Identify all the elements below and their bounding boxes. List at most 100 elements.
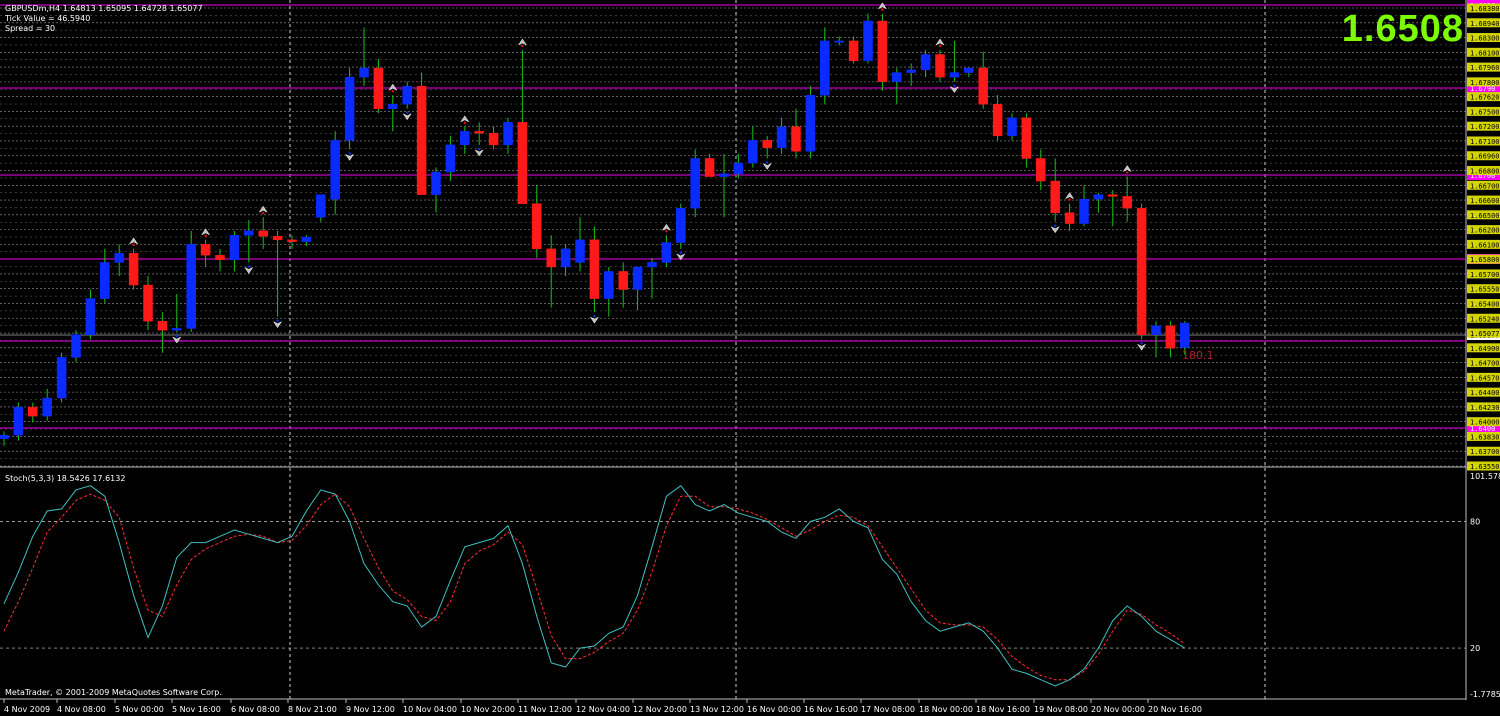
candle-body — [776, 126, 787, 148]
time-axis-label: 17 Nov 08:00 — [861, 705, 915, 714]
candle-body — [978, 67, 988, 105]
candles — [0, 13, 1190, 446]
time-axis-label: 20 Nov 00:00 — [1091, 705, 1145, 714]
candle-body — [877, 20, 888, 82]
fractal-up-arrow — [128, 237, 139, 245]
candle-body — [200, 244, 211, 256]
fractal-up-dot — [521, 44, 524, 48]
candle-body — [791, 126, 801, 152]
fractal-up-dot — [665, 230, 668, 233]
time-axis-label: 4 Nov 2009 — [4, 705, 50, 714]
fractal-down-dot — [953, 84, 956, 87]
candle-body — [762, 140, 772, 148]
stoch-axis-label: -1.7785 — [1470, 690, 1500, 699]
spread-line: Spread = 30 — [5, 24, 56, 33]
time-axis-label: 4 Nov 08:00 — [57, 705, 106, 714]
stochastic-title: Stoch(5,3,3) 18.5426 17.6132 — [5, 474, 126, 483]
candle-body — [589, 239, 600, 299]
candle-body — [992, 103, 1003, 137]
grid — [0, 0, 1467, 700]
fractal-down-dot — [348, 152, 351, 155]
candle-body — [344, 76, 355, 141]
price-axis-label: 1.64700 — [1470, 360, 1500, 368]
price-axis-label: 1.64400 — [1470, 389, 1500, 397]
time-axis-label: 10 Nov 20:00 — [461, 705, 515, 714]
candle-body — [560, 248, 571, 268]
candle-body — [287, 239, 297, 242]
fractal-up-dot — [262, 212, 265, 215]
time-axis-label: 11 Nov 12:00 — [518, 705, 572, 714]
candle-body — [748, 140, 758, 164]
mt4-chart-canvas[interactable]: 1.68381.67901.67001.66001.64001.65077 1.… — [0, 0, 1500, 716]
fractal-down-arrow — [1136, 343, 1147, 351]
fractal-down-arrow — [244, 266, 254, 274]
price-axis-label: 1.67100 — [1470, 138, 1500, 146]
candle-body — [56, 357, 67, 399]
candle-body — [906, 69, 916, 73]
fractal-up-arrow — [1122, 165, 1132, 173]
candle-body — [575, 239, 585, 263]
candle-body — [848, 40, 859, 62]
candle-body — [229, 235, 240, 260]
candle-body — [1136, 207, 1147, 336]
price-axis-label: 1.66960 — [1470, 153, 1500, 161]
candle-body — [863, 20, 873, 62]
fractal-down-dot — [175, 334, 178, 338]
stoch-axis-label: 101.5785 — [1470, 472, 1500, 481]
price-axis-label: 1.65077 — [1470, 330, 1500, 338]
candle-body — [114, 253, 124, 263]
fractal-down-dot — [247, 265, 250, 268]
price-axis-label: 1.67960 — [1470, 64, 1500, 72]
fractal-down-dot — [679, 251, 682, 255]
candle-body — [445, 144, 456, 173]
candle-body — [272, 235, 283, 241]
fractal-up-dot — [132, 243, 135, 247]
candle-body — [316, 194, 326, 218]
candle-body — [42, 397, 52, 417]
price-axis-label: 1.68100 — [1470, 49, 1500, 57]
candle-body — [820, 40, 830, 96]
candle-body — [1007, 117, 1017, 137]
price-axis-label: 1.67800 — [1470, 79, 1500, 87]
candle-body — [388, 103, 398, 109]
fractal-up-dot — [463, 121, 466, 125]
fractal-down-dot — [766, 161, 769, 164]
fractal-up-arrow — [258, 205, 268, 213]
candle-body — [805, 94, 816, 152]
candle-body — [733, 162, 744, 175]
fractal-down-dot — [406, 111, 409, 114]
candle-body — [1108, 194, 1118, 197]
fractal-up-dot — [391, 89, 394, 93]
symbol-info-line: GBPUSDm,H4 1.64813 1.65095 1.64728 1.650… — [5, 4, 203, 13]
time-axis-label: 19 Nov 08:00 — [1034, 705, 1088, 714]
fractal-down-arrow — [272, 321, 283, 329]
time-axis-label: 16 Nov 00:00 — [747, 705, 801, 714]
candle-body — [604, 271, 614, 299]
candle-body — [431, 171, 441, 195]
candle-body — [474, 131, 484, 134]
price-axis-label: 1.67200 — [1470, 123, 1500, 131]
price-axis-label: 1.63550 — [1470, 463, 1500, 471]
candle-body — [128, 253, 139, 286]
candle-body — [0, 434, 9, 439]
price-axis-label: 1.64900 — [1470, 345, 1500, 353]
stoch-axis-label: 80 — [1470, 518, 1480, 527]
time-axis-label: 12 Nov 04:00 — [576, 705, 630, 714]
fractal-up-dot — [881, 8, 884, 12]
price-axis-label: 1.66600 — [1470, 197, 1500, 205]
fractal-down-dot — [1140, 342, 1143, 345]
candle-body — [71, 334, 81, 358]
time-axis-label: 6 Nov 08:00 — [231, 705, 280, 714]
price-axis-label: 1.65240 — [1470, 315, 1500, 323]
horizontal-levels: 1.68381.67901.67001.66001.64001.65077 — [0, 0, 1500, 433]
tick-value-line: Tick Value = 46.5940 — [5, 14, 91, 23]
price-axis-label: 1.65550 — [1470, 286, 1500, 294]
candle-body — [157, 320, 168, 331]
candle-body — [1079, 198, 1089, 224]
candle-body — [85, 298, 96, 336]
time-axis-label: 18 Nov 00:00 — [919, 705, 973, 714]
candle-body — [359, 67, 369, 78]
candle-body — [1064, 212, 1075, 224]
time-axis: 4 Nov 2009 4 Nov 08:00 5 Nov 00:00 5 Nov 16… — [3, 699, 1202, 714]
time-axis-label: 5 Nov 00:00 — [115, 705, 164, 714]
